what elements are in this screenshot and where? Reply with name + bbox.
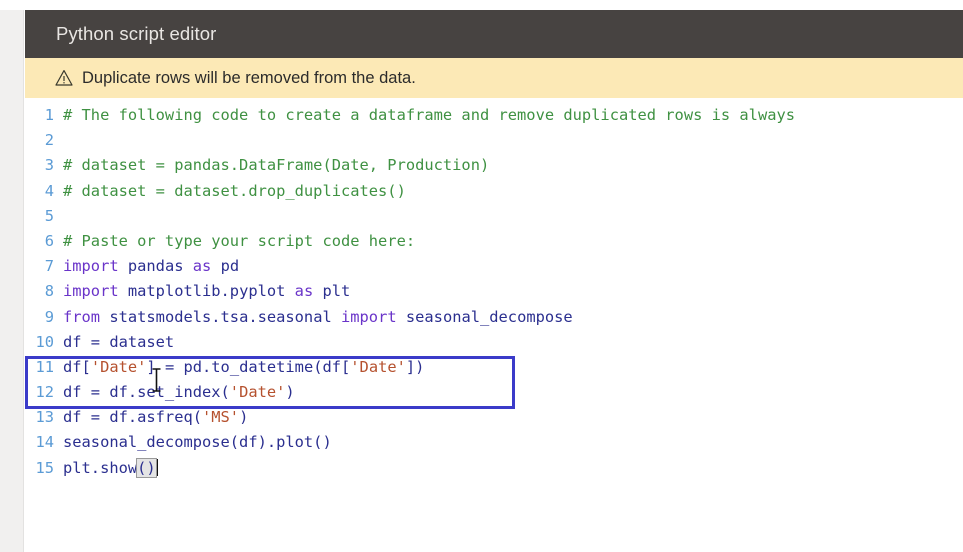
code-token: 'MS' bbox=[202, 408, 240, 427]
code-token: 'Date' bbox=[350, 357, 406, 376]
code-line-text: import pandas as pd bbox=[63, 254, 963, 279]
line-number: 11 bbox=[35, 357, 54, 376]
line-number: 9 bbox=[44, 307, 54, 326]
code-line-text: # dataset = dataset.drop_duplicates() bbox=[63, 179, 963, 204]
line-number: 14 bbox=[35, 433, 54, 452]
bracket-match-highlight: () bbox=[136, 457, 157, 478]
line-number: 1 bbox=[44, 106, 54, 124]
code-editor-area[interactable]: 1 # The following code to create a datafr… bbox=[25, 98, 963, 552]
code-line-text: # Paste or type your script code here: bbox=[63, 229, 963, 254]
code-line[interactable]: 7 import pandas as pd bbox=[25, 254, 963, 279]
line-number: 6 bbox=[44, 231, 54, 250]
code-line[interactable]: 12 df = df.set_index('Date') bbox=[25, 380, 963, 405]
code-line-text: # The following code to create a datafra… bbox=[63, 103, 963, 128]
code-token: statsmodels.tsa.seasonal bbox=[100, 307, 341, 326]
page-top-strip bbox=[0, 0, 963, 10]
code-line-text: df = df.asfreq('MS') bbox=[63, 405, 963, 430]
code-line[interactable]: 15 plt.show() bbox=[25, 456, 963, 481]
line-number: 3 bbox=[44, 156, 54, 175]
code-line[interactable]: 2 bbox=[25, 128, 963, 153]
code-token: pd bbox=[211, 257, 240, 276]
code-line[interactable]: 4 # dataset = dataset.drop_duplicates() bbox=[25, 179, 963, 204]
code-token: df = df.asfreq( bbox=[63, 408, 202, 427]
warning-banner: Duplicate rows will be removed from the … bbox=[25, 58, 963, 98]
code-token: as bbox=[192, 257, 212, 276]
code-token: seasonal_decompose bbox=[396, 307, 573, 326]
code-line[interactable]: 14 seasonal_decompose(df).plot() bbox=[25, 430, 963, 455]
code-token: plt bbox=[313, 282, 351, 301]
code-token: # dataset = dataset.drop_duplicates() bbox=[63, 181, 406, 200]
line-number: 8 bbox=[44, 282, 54, 301]
code-token: # The following code to create a datafra… bbox=[63, 106, 796, 124]
editor-header-bar: Python script editor bbox=[25, 10, 963, 58]
code-token: import bbox=[63, 282, 119, 301]
code-line-text: df = dataset bbox=[63, 330, 963, 355]
warning-message: Duplicate rows will be removed from the … bbox=[82, 68, 416, 87]
code-token: plt.show bbox=[63, 458, 138, 477]
line-number: 10 bbox=[35, 332, 54, 351]
python-script-editor-window: Python script editor Duplicate rows will… bbox=[0, 0, 963, 552]
code-line-text: df = df.set_index('Date') bbox=[63, 380, 963, 405]
code-line-text: seasonal_decompose(df).plot() bbox=[63, 430, 963, 455]
code-line[interactable]: 3 # dataset = pandas.DataFrame(Date, Prod… bbox=[25, 153, 963, 178]
line-number: 7 bbox=[44, 257, 54, 276]
text-caret bbox=[155, 458, 158, 476]
code-token: pandas bbox=[118, 257, 193, 276]
code-line-text: import matplotlib.pyplot as plt bbox=[63, 279, 963, 304]
code-line[interactable]: 9 from statsmodels.tsa.seasonal import se… bbox=[25, 305, 963, 330]
code-token: 'Date' bbox=[90, 357, 147, 376]
line-number: 12 bbox=[35, 383, 54, 402]
editor-title: Python script editor bbox=[56, 23, 217, 44]
code-line[interactable]: 11 df['Date'] = pd.to_datetime(df['Date']… bbox=[25, 355, 963, 380]
code-line[interactable]: 6 # Paste or type your script code here: bbox=[25, 229, 963, 254]
code-token: ) bbox=[285, 383, 295, 402]
code-token: ) bbox=[239, 408, 249, 427]
warning-triangle-icon bbox=[55, 70, 73, 86]
code-token: df = dataset bbox=[63, 332, 175, 351]
code-token: # dataset = pandas.DataFrame(Date, Produ… bbox=[63, 156, 490, 175]
code-token: as bbox=[294, 282, 314, 301]
code-token: import bbox=[341, 307, 397, 326]
line-number: 5 bbox=[44, 206, 54, 225]
code-line-text: from statsmodels.tsa.seasonal import sea… bbox=[63, 305, 963, 330]
code-token: 'Date' bbox=[229, 383, 286, 402]
code-line-text: plt.show() bbox=[63, 456, 963, 481]
code-token: # Paste or type your script code here: bbox=[63, 231, 416, 250]
code-line-text: # dataset = pandas.DataFrame(Date, Produ… bbox=[63, 153, 963, 178]
code-line[interactable]: 13 df = df.asfreq('MS') bbox=[25, 405, 963, 430]
code-line-text: df['Date'] = pd.to_datetime(df['Date']) bbox=[63, 355, 963, 380]
code-line[interactable]: 5 bbox=[25, 204, 963, 229]
line-number: 4 bbox=[44, 181, 54, 200]
code-token: ] = pd.to_datetime(df[ bbox=[146, 357, 351, 376]
page-left-margin bbox=[0, 10, 24, 552]
line-number: 13 bbox=[35, 408, 54, 427]
line-number: 2 bbox=[44, 131, 54, 150]
code-token: df[ bbox=[63, 357, 91, 376]
code-line[interactable]: 10 df = dataset bbox=[25, 330, 963, 355]
code-token: seasonal_decompose(df).plot() bbox=[63, 433, 332, 452]
code-token: matplotlib.pyplot bbox=[118, 282, 295, 301]
code-token: import bbox=[63, 257, 119, 276]
editor-panel: Python script editor Duplicate rows will… bbox=[25, 10, 963, 552]
code-token: ]) bbox=[405, 357, 425, 376]
code-token: from bbox=[63, 307, 101, 326]
code-line[interactable]: 8 import matplotlib.pyplot as plt bbox=[25, 279, 963, 304]
line-number: 15 bbox=[35, 458, 54, 477]
code-line[interactable]: 1 # The following code to create a datafr… bbox=[25, 103, 963, 128]
code-token: df = df.set_index( bbox=[63, 383, 230, 402]
